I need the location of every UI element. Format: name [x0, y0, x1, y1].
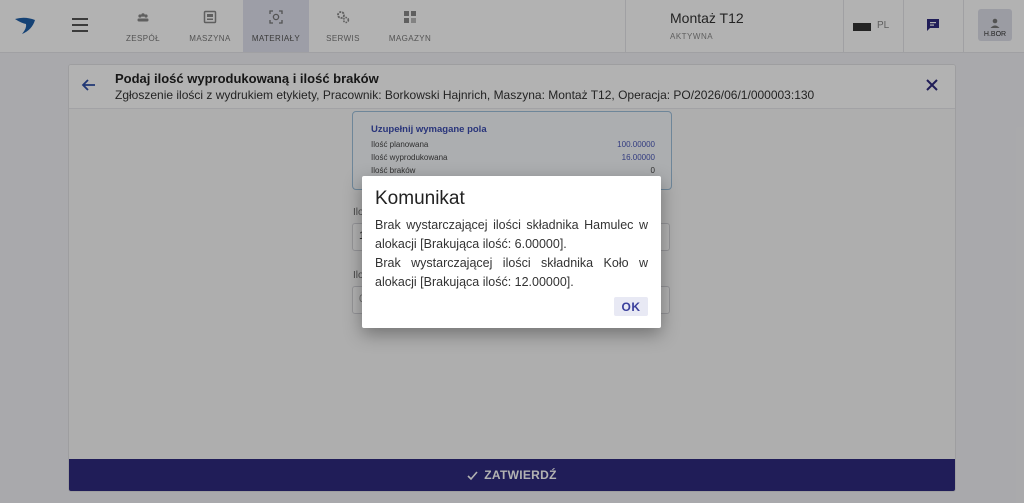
dialog-title: Komunikat: [375, 188, 465, 209]
dialog-message-line: Brak wystarczającej ilości składnika Ham…: [375, 218, 648, 251]
dialog-message: Brak wystarczającej ilości składnika Ham…: [375, 216, 648, 292]
dialog-message-line: Brak wystarczającej ilości składnika Koł…: [375, 256, 648, 289]
ok-button[interactable]: OK: [614, 297, 648, 316]
